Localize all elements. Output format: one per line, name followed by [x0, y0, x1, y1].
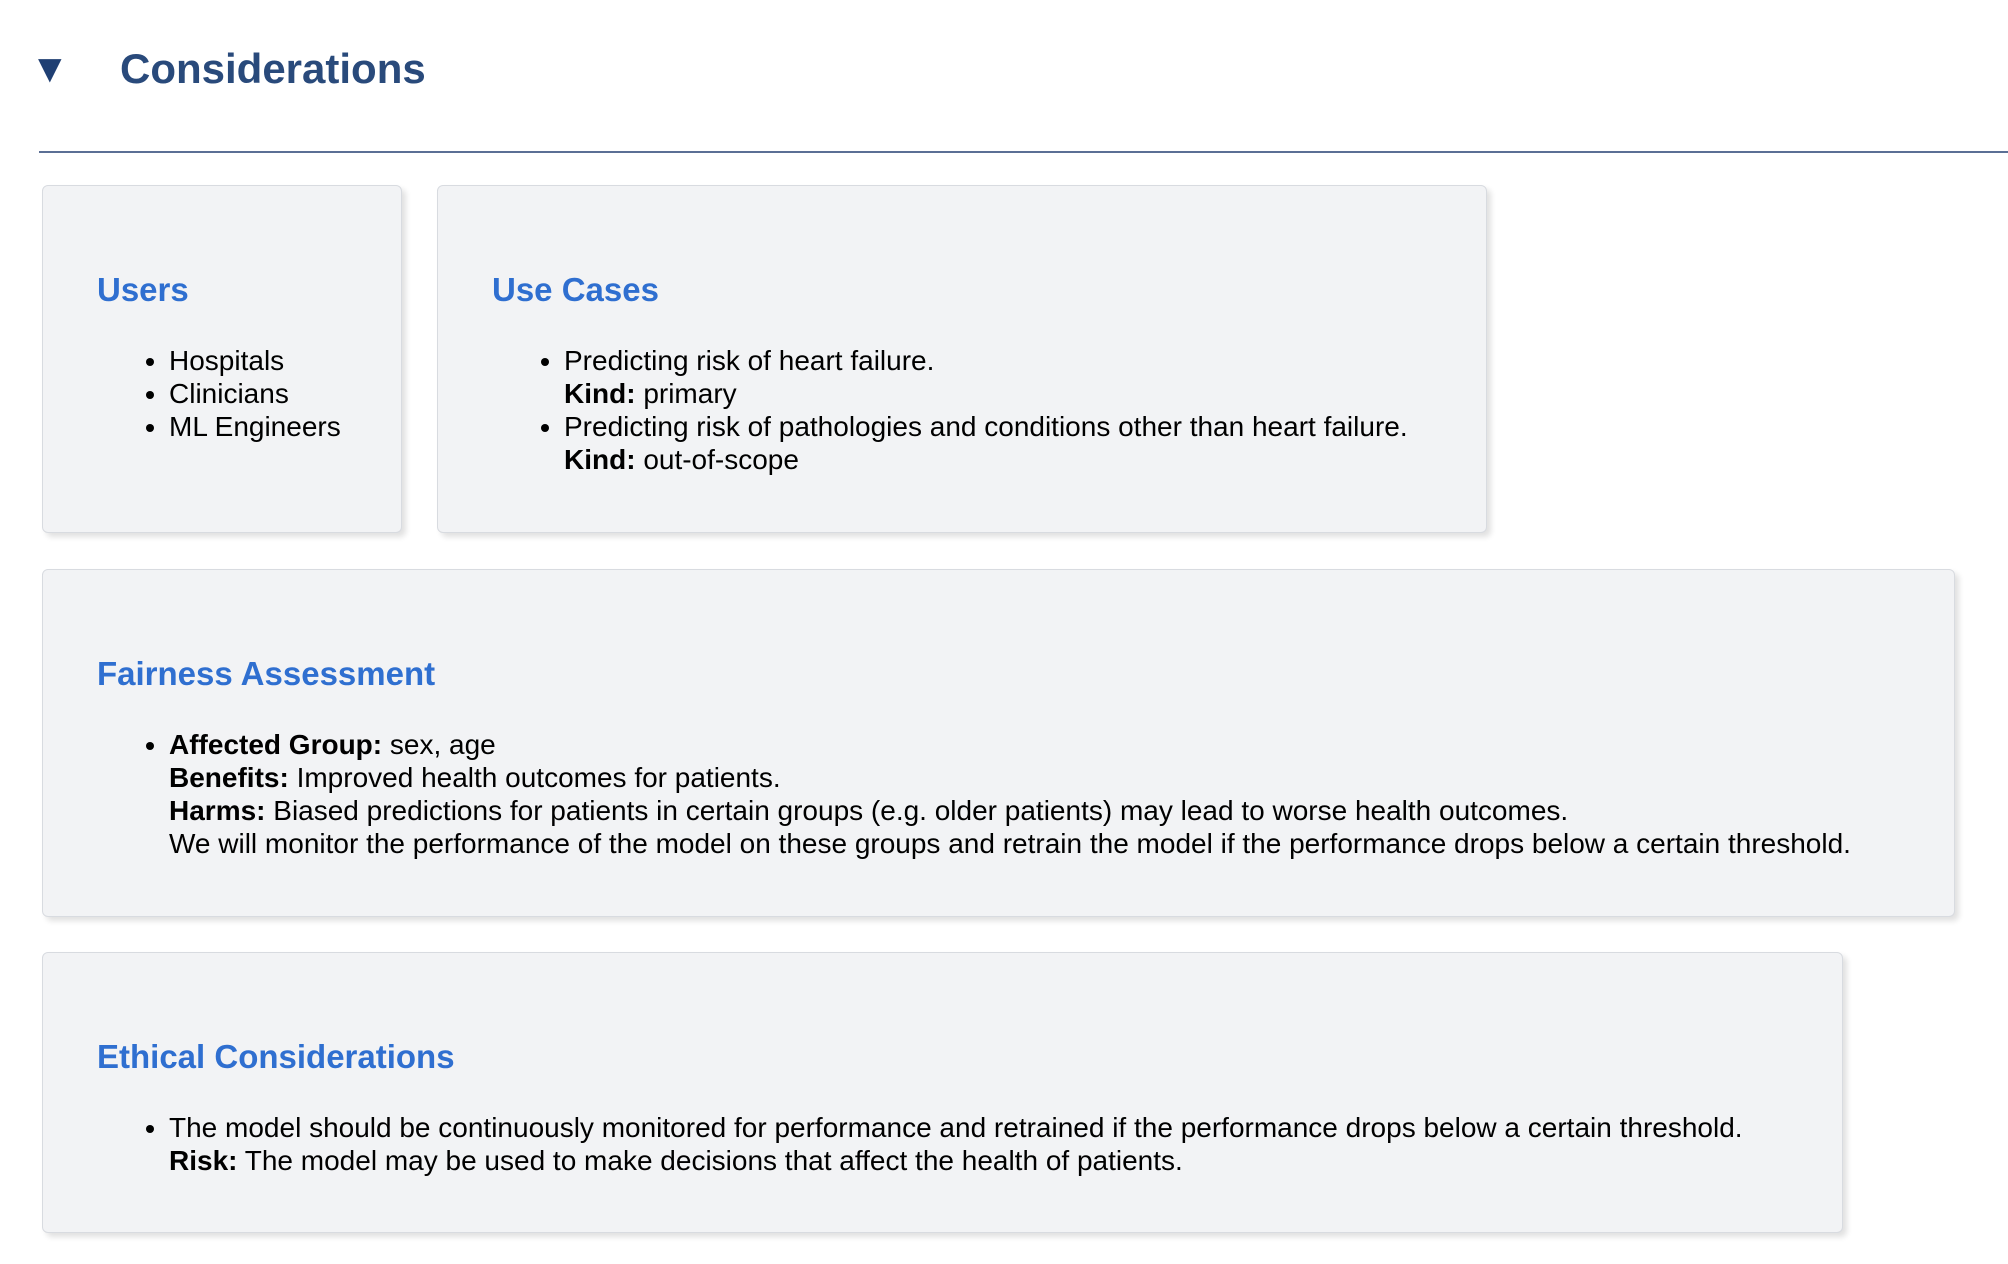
users-title: Users	[97, 271, 189, 308]
use-cases-list: Predicting risk of heart failure. Kind: …	[492, 344, 1432, 476]
fairness-list: Affected Group: sex, age Benefits: Impro…	[97, 728, 1900, 860]
affected-group-label: Affected Group:	[169, 728, 383, 760]
kind-value: primary	[643, 377, 737, 409]
use-case-kind: Kind: primary	[564, 377, 1432, 410]
section-title: Considerations	[120, 45, 426, 92]
users-card: Users Hospitals Clinicians ML Engineers	[42, 185, 402, 533]
ethics-mitigation: The model should be continuously monitor…	[169, 1111, 1743, 1143]
page: ▼ Considerations Users Hospitals Clinici…	[0, 0, 2008, 1264]
benefits-label: Benefits:	[169, 761, 289, 793]
list-item: ML Engineers	[169, 410, 347, 443]
use-case-kind: Kind: out-of-scope	[564, 443, 1432, 476]
fairness-title: Fairness Assessment	[97, 655, 436, 692]
harms: Harms: Biased predictions for patients i…	[169, 794, 1900, 827]
list-item: Clinicians	[169, 377, 347, 410]
kind-label: Kind:	[564, 377, 636, 409]
section-divider	[39, 151, 2008, 153]
triangle-down-icon[interactable]: ▼	[30, 49, 70, 89]
risk-value: The model may be used to make decisions …	[244, 1144, 1183, 1176]
list-item: Hospitals	[169, 344, 347, 377]
list-item: Predicting risk of pathologies and condi…	[564, 410, 1432, 476]
fairness-card: Fairness Assessment Affected Group: sex,…	[42, 569, 1955, 917]
harms-value: Biased predictions for patients in certa…	[273, 794, 1569, 826]
harms-label: Harms:	[169, 794, 266, 826]
benefits: Benefits: Improved health outcomes for p…	[169, 761, 1900, 794]
risk-label: Risk:	[169, 1144, 238, 1176]
list-item: Predicting risk of heart failure. Kind: …	[564, 344, 1432, 410]
ethics-title: Ethical Considerations	[97, 1038, 455, 1075]
use-case-description: Predicting risk of pathologies and condi…	[564, 410, 1408, 442]
users-list: Hospitals Clinicians ML Engineers	[97, 344, 347, 443]
considerations-header[interactable]: ▼ Considerations	[30, 48, 426, 90]
use-cases-title: Use Cases	[492, 271, 659, 308]
kind-value: out-of-scope	[643, 443, 799, 475]
ethics-list: The model should be continuously monitor…	[97, 1111, 1788, 1177]
affected-group: Affected Group: sex, age	[169, 728, 1900, 761]
list-item: The model should be continuously monitor…	[169, 1111, 1788, 1177]
ethics-risk: Risk: The model may be used to make deci…	[169, 1144, 1788, 1177]
fairness-mitigation: We will monitor the performance of the m…	[169, 827, 1851, 859]
list-item: Affected Group: sex, age Benefits: Impro…	[169, 728, 1900, 860]
benefits-value: Improved health outcomes for patients.	[296, 761, 781, 793]
kind-label: Kind:	[564, 443, 636, 475]
use-cases-card: Use Cases Predicting risk of heart failu…	[437, 185, 1487, 533]
use-case-description: Predicting risk of heart failure.	[564, 344, 935, 376]
ethics-card: Ethical Considerations The model should …	[42, 952, 1843, 1233]
affected-group-value: sex, age	[389, 728, 496, 760]
